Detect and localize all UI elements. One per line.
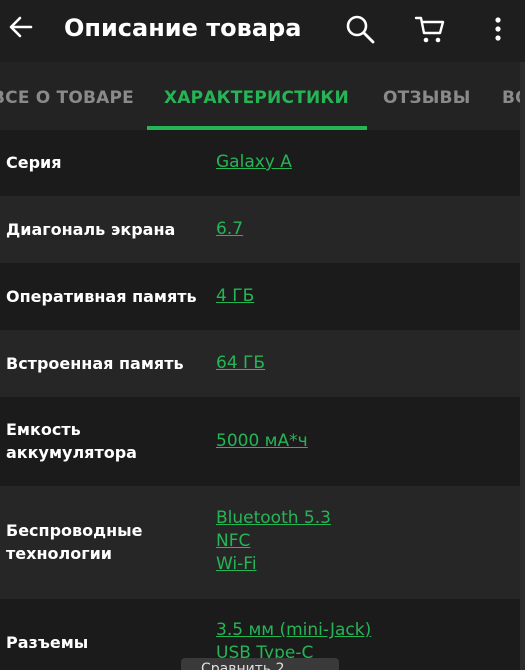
spec-row-series: Серия Galaxy A bbox=[0, 130, 525, 196]
spec-name: Оперативная память bbox=[6, 287, 197, 306]
spec-value-link[interactable]: 5000 мА*ч bbox=[216, 430, 308, 453]
spec-value-link[interactable]: Wi-Fi bbox=[216, 553, 331, 576]
spec-row-storage: Встроенная память 64 ГБ bbox=[0, 330, 525, 397]
spec-value-link[interactable]: 6.7 bbox=[216, 218, 243, 241]
spec-row-ram: Оперативная память 4 ГБ bbox=[0, 263, 525, 330]
tab-reviews[interactable]: ОТЗЫВЫ bbox=[383, 88, 471, 108]
compare-chip-label: Сравнить 2 bbox=[201, 661, 285, 670]
spec-value-link[interactable]: 64 ГБ bbox=[216, 352, 265, 375]
spec-values: 6.7 bbox=[216, 218, 243, 241]
spec-name: Емкость аккумулятора bbox=[6, 420, 137, 462]
spec-value-link[interactable]: 4 ГБ bbox=[216, 285, 254, 308]
spec-row-wireless: Беспроводные технологии Bluetooth 5.3 NF… bbox=[0, 486, 525, 599]
spec-name: Разъемы bbox=[6, 633, 89, 652]
spec-name: Беспроводные технологии bbox=[6, 521, 143, 563]
top-app-bar: Описание товара bbox=[0, 0, 525, 62]
spec-value-link[interactable]: Galaxy A bbox=[216, 151, 292, 174]
page-title: Описание товара bbox=[64, 14, 302, 42]
spec-value-link[interactable]: Bluetooth 5.3 bbox=[216, 507, 331, 530]
spec-name: Серия bbox=[6, 153, 62, 172]
spec-values: Bluetooth 5.3 NFC Wi-Fi bbox=[216, 507, 331, 576]
spec-values: 4 ГБ bbox=[216, 285, 254, 308]
compare-chip[interactable]: Сравнить 2 bbox=[181, 658, 339, 670]
tab-all-about-product[interactable]: ВСЕ О ТОВАРЕ bbox=[0, 88, 134, 108]
more-vertical-icon[interactable] bbox=[488, 14, 508, 44]
scroll-edge bbox=[520, 62, 525, 670]
spec-values: 5000 мА*ч bbox=[216, 430, 308, 453]
spec-value-link[interactable]: 3.5 мм (mini-Jack) bbox=[216, 619, 371, 642]
cart-icon[interactable] bbox=[413, 13, 447, 45]
spec-row-battery: Емкость аккумулятора 5000 мА*ч bbox=[0, 397, 525, 486]
search-icon[interactable] bbox=[344, 13, 376, 45]
back-arrow-icon[interactable] bbox=[6, 12, 36, 42]
spec-name: Диагональ экрана bbox=[6, 220, 176, 239]
spec-value-link[interactable]: NFC bbox=[216, 530, 331, 553]
tab-bar: ВСЕ О ТОВАРЕ ХАРАКТЕРИСТИКИ ОТЗЫВЫ ВО bbox=[0, 62, 525, 130]
spec-row-screen-diagonal: Диагональ экрана 6.7 bbox=[0, 196, 525, 263]
spec-name: Встроенная память bbox=[6, 354, 184, 373]
spec-values: 64 ГБ bbox=[216, 352, 265, 375]
tab-characteristics[interactable]: ХАРАКТЕРИСТИКИ bbox=[164, 88, 349, 108]
spec-values: Galaxy A bbox=[216, 151, 292, 174]
